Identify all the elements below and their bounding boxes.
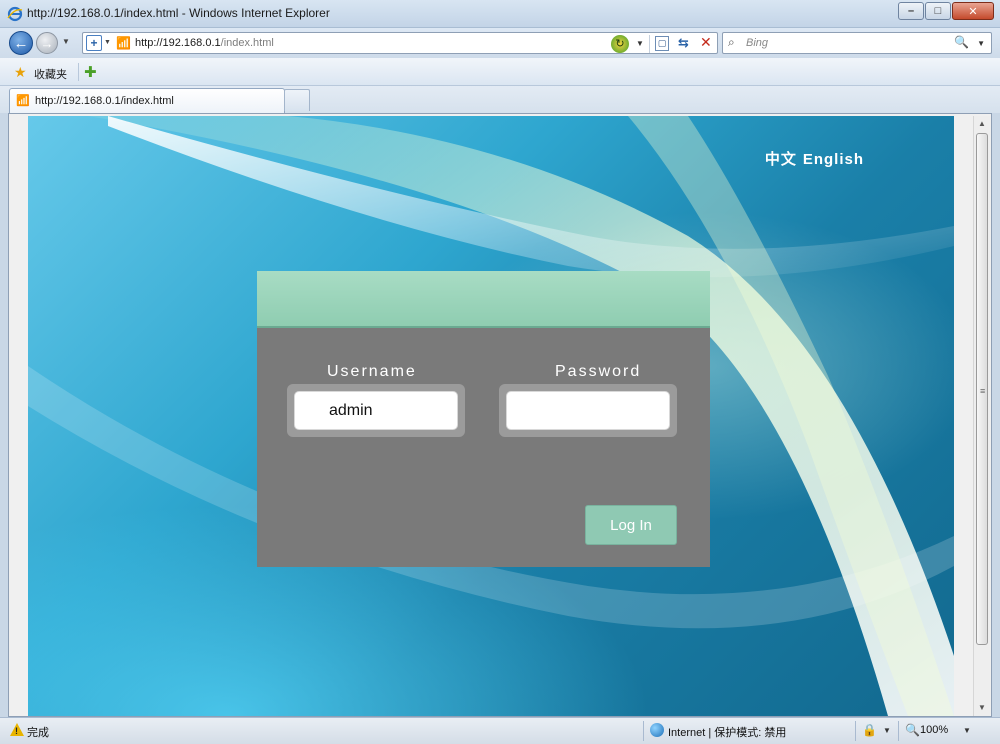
vertical-scrollbar[interactable]: ▲ ≡ ▼ bbox=[973, 116, 990, 716]
password-input[interactable] bbox=[506, 391, 670, 430]
protected-mode-icon[interactable]: 🔒 bbox=[862, 723, 877, 737]
address-path: /index.html bbox=[220, 37, 274, 49]
password-field-wrapper bbox=[499, 384, 677, 437]
status-separator bbox=[643, 721, 644, 741]
status-bar: ! 完成 Internet | 保护模式: 禁用 🔒 ▼ 🔍 100% ▼ bbox=[0, 717, 1000, 744]
language-english-link[interactable]: English bbox=[803, 151, 864, 168]
refresh-icon[interactable]: ⇆ bbox=[678, 35, 689, 51]
page-compat-icon[interactable]: ▢ bbox=[655, 36, 669, 51]
address-dropdown-icon[interactable]: ▼ bbox=[636, 39, 644, 48]
maximize-button[interactable]: □ bbox=[925, 2, 951, 20]
back-button[interactable]: ← bbox=[9, 31, 33, 55]
search-dropdown-icon[interactable]: ▼ bbox=[977, 39, 985, 48]
title-bar: http://192.168.0.1/index.html - Windows … bbox=[0, 0, 1000, 28]
compatibility-view-icon[interactable]: ↻ bbox=[611, 35, 629, 53]
window-title: http://192.168.0.1/index.html - Windows … bbox=[27, 6, 330, 20]
login-panel: Username Password Log In bbox=[257, 271, 710, 567]
ie-logo-icon bbox=[7, 6, 23, 22]
favorites-star-icon[interactable]: ★ bbox=[14, 64, 27, 81]
status-separator bbox=[855, 721, 856, 741]
username-field-wrapper bbox=[287, 384, 465, 437]
favorites-bar: ★ 收藏夹 ✚ bbox=[0, 58, 1000, 86]
search-box[interactable]: ⌕ Bing 🔍 ▼ bbox=[722, 32, 992, 54]
language-switcher: 中文 English bbox=[765, 148, 864, 169]
scrollbar-thumb[interactable]: ≡ bbox=[976, 133, 988, 645]
username-label: Username bbox=[327, 363, 417, 380]
tab-label: http://192.168.0.1/index.html bbox=[35, 95, 174, 107]
new-tab-button[interactable] bbox=[284, 89, 310, 111]
address-url[interactable]: http://192.168.0.1/index.html bbox=[135, 37, 274, 49]
page-favicon-icon: 📶 bbox=[116, 36, 131, 50]
stop-icon[interactable]: ✕ bbox=[700, 34, 712, 51]
scrollbar-grip-icon: ≡ bbox=[980, 386, 986, 396]
favorites-separator bbox=[78, 63, 79, 81]
address-bar[interactable]: + ▼ 📶 http://192.168.0.1/index.html ↻ ▼ … bbox=[82, 32, 718, 54]
add-to-favorites-bar-icon[interactable]: ✚ bbox=[84, 63, 97, 81]
scroll-up-icon[interactable]: ▲ bbox=[974, 116, 990, 132]
zoom-dropdown-icon[interactable]: ▼ bbox=[963, 726, 971, 735]
minimize-button[interactable]: – bbox=[898, 2, 924, 20]
password-label: Password bbox=[555, 363, 642, 380]
address-host: http://192.168.0.1 bbox=[135, 37, 221, 49]
status-separator bbox=[898, 721, 899, 741]
address-separator bbox=[649, 35, 650, 53]
tab-favicon-icon: 📶 bbox=[16, 95, 30, 107]
tab-current[interactable]: 📶 http://192.168.0.1/index.html bbox=[9, 88, 285, 113]
zoom-icon[interactable]: 🔍 bbox=[905, 723, 920, 737]
close-button[interactable]: ✕ bbox=[952, 2, 994, 20]
language-chinese-link[interactable]: 中文 bbox=[765, 151, 797, 168]
search-go-icon[interactable]: 🔍 bbox=[954, 35, 969, 49]
chevron-down-icon[interactable]: ▼ bbox=[883, 726, 891, 735]
chevron-down-icon[interactable]: ▼ bbox=[104, 39, 111, 46]
history-dropdown-icon[interactable]: ▼ bbox=[62, 37, 70, 46]
username-input[interactable] bbox=[294, 391, 458, 430]
search-placeholder: Bing bbox=[746, 37, 769, 49]
scroll-down-icon[interactable]: ▼ bbox=[974, 700, 990, 716]
status-text: 完成 bbox=[27, 727, 49, 739]
zoom-level[interactable]: 100% bbox=[920, 724, 948, 736]
globe-icon bbox=[650, 723, 664, 737]
plus-icon[interactable]: + bbox=[86, 35, 102, 51]
forward-button[interactable]: → bbox=[36, 32, 58, 54]
warning-mark: ! bbox=[15, 726, 18, 736]
tab-row: 📶 http://192.168.0.1/index.html bbox=[0, 86, 1000, 113]
navigation-bar: ← → ▼ + ▼ 📶 http://192.168.0.1/index.htm… bbox=[0, 28, 1000, 58]
security-zone[interactable]: Internet | 保护模式: 禁用 bbox=[668, 724, 786, 740]
favorites-button[interactable]: 收藏夹 bbox=[34, 66, 67, 82]
bing-search-icon: ⌕ bbox=[728, 35, 735, 49]
login-button[interactable]: Log In bbox=[585, 505, 677, 545]
window-controls: – □ ✕ bbox=[897, 2, 994, 20]
login-panel-header bbox=[257, 271, 710, 328]
page-viewport: 中文 English Username Password Log In bbox=[28, 116, 954, 716]
